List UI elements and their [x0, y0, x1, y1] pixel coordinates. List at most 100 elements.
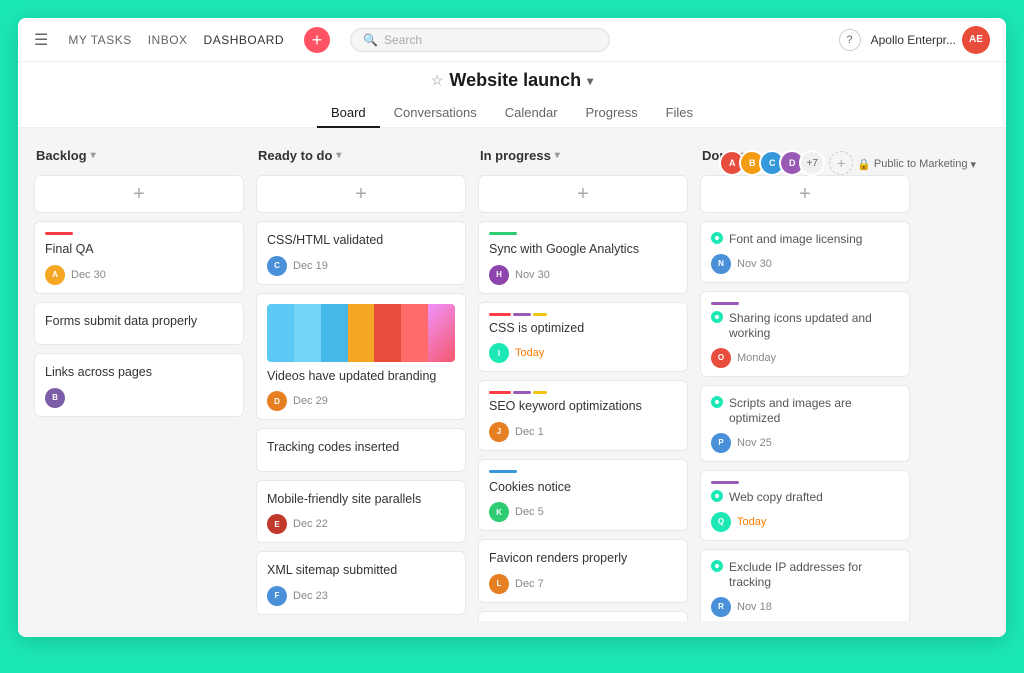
- bar-segment: [513, 313, 531, 316]
- card-favicon[interactable]: Favicon renders properly L Dec 7 ···: [478, 539, 688, 603]
- card-font-licensing[interactable]: Font and image licensing N Nov 30 ···: [700, 221, 910, 283]
- card-date: Dec 7: [515, 578, 544, 590]
- card-web-copy-reviewed[interactable]: Web copy reviewed M Dec 9 ···: [478, 611, 688, 622]
- card-seo-keyword[interactable]: SEO keyword optimizations J Dec 1 ···: [478, 380, 688, 451]
- card-tracking-codes[interactable]: Tracking codes inserted ···: [256, 428, 466, 472]
- chevron-down-icon[interactable]: ▾: [587, 74, 593, 88]
- card-title: Font and image licensing: [729, 232, 862, 248]
- menu-icon[interactable]: ☰: [34, 30, 48, 50]
- done-check-icon: [711, 232, 723, 244]
- card-avatar: F: [267, 586, 287, 606]
- card-forms-submit[interactable]: Forms submit data properly ···: [34, 302, 244, 346]
- card-date: Today: [737, 516, 766, 528]
- project-title: ☆ Website launch ▾: [431, 70, 593, 91]
- card-meta: B: [45, 388, 233, 408]
- column-title-inprogress[interactable]: In progress ▾: [480, 148, 560, 163]
- card-avatar: E: [267, 514, 287, 534]
- card-date: Dec 5: [515, 506, 544, 518]
- add-member-button[interactable]: +: [829, 151, 853, 175]
- card-sync-analytics[interactable]: Sync with Google Analytics H Nov 30 ···: [478, 221, 688, 294]
- card-meta: N Nov 30: [711, 254, 899, 274]
- done-card-row: Scripts and images are optimized: [711, 396, 899, 427]
- card-scripts-optimized[interactable]: Scripts and images are optimized P Nov 2…: [700, 385, 910, 462]
- column-header-backlog: Backlog ▾: [34, 144, 244, 167]
- card-exclude-ip[interactable]: Exclude IP addresses for tracking R Nov …: [700, 549, 910, 621]
- card-web-copy-drafted[interactable]: Web copy drafted Q Today ···: [700, 470, 910, 541]
- card-meta: C Dec 19: [267, 256, 455, 276]
- tab-progress[interactable]: Progress: [572, 99, 652, 128]
- card-date: Dec 30: [71, 269, 106, 281]
- card-meta: F Dec 23: [267, 586, 455, 606]
- card-title: Favicon renders properly: [489, 550, 677, 568]
- card-links-across[interactable]: Links across pages B ···: [34, 353, 244, 417]
- user-name: Apollo Enterpr...: [871, 33, 956, 47]
- card-date: Nov 25: [737, 437, 772, 449]
- card-videos-branding[interactable]: Videos have updated branding D Dec 29 ··…: [256, 293, 466, 421]
- card-xml-sitemap[interactable]: XML sitemap submitted F Dec 23 ···: [256, 551, 466, 615]
- search-icon: 🔍: [363, 33, 378, 47]
- search-box[interactable]: 🔍 Search: [350, 28, 610, 52]
- card-color-bar: [45, 232, 73, 235]
- lock-icon: 🔒: [857, 158, 871, 171]
- card-avatar: L: [489, 574, 509, 594]
- card-meta: A Dec 30: [45, 265, 233, 285]
- top-nav: ☰ MY TASKS INBOX DASHBOARD + 🔍 Search ? …: [18, 18, 1006, 62]
- tab-board[interactable]: Board: [317, 99, 380, 128]
- tab-calendar[interactable]: Calendar: [491, 99, 572, 128]
- card-meta: O Monday: [711, 348, 899, 368]
- card-date: Dec 19: [293, 260, 328, 272]
- star-icon[interactable]: ☆: [431, 72, 444, 89]
- card-title: XML sitemap submitted: [267, 562, 455, 580]
- column-inprogress: In progress ▾ + Sync with Google Analyti…: [478, 144, 688, 621]
- add-task-backlog[interactable]: +: [34, 175, 244, 213]
- card-date: Today: [515, 347, 544, 359]
- card-css-optimized[interactable]: CSS is optimized I Today ···: [478, 302, 688, 373]
- member-count: +7: [799, 150, 825, 176]
- done-check-icon: [711, 560, 723, 572]
- column-title-backlog[interactable]: Backlog ▾: [36, 148, 96, 163]
- tab-files[interactable]: Files: [652, 99, 707, 128]
- user-avatar: AE: [962, 26, 990, 54]
- column-header-ready: Ready to do ▾: [256, 144, 466, 167]
- card-cookies-notice[interactable]: Cookies notice K Dec 5 ···: [478, 459, 688, 532]
- add-task-inprogress[interactable]: +: [478, 175, 688, 213]
- board-area: Backlog ▾ + Final QA A Dec 30 ···: [18, 128, 1006, 637]
- column-done: Done ▾ + Font and image licensing N Nov …: [700, 144, 910, 621]
- card-final-qa[interactable]: Final QA A Dec 30 ···: [34, 221, 244, 294]
- chevron-icon: ▾: [336, 150, 341, 161]
- card-avatar: R: [711, 597, 731, 617]
- add-task-ready[interactable]: +: [256, 175, 466, 213]
- card-date: Monday: [737, 352, 776, 364]
- project-name: Website launch: [449, 70, 581, 91]
- help-button[interactable]: ?: [839, 29, 861, 51]
- add-button[interactable]: +: [304, 27, 330, 53]
- privacy-button[interactable]: 🔒 Public to Marketing ▾: [857, 158, 976, 171]
- user-info: Apollo Enterpr... AE: [871, 26, 990, 54]
- tab-conversations[interactable]: Conversations: [380, 99, 491, 128]
- done-check-icon: [711, 396, 723, 408]
- multi-color-bar: [489, 391, 677, 394]
- card-color-bar: [711, 302, 739, 305]
- card-date: Dec 1: [515, 426, 544, 438]
- add-task-done[interactable]: +: [700, 175, 910, 213]
- column-label-backlog: Backlog: [36, 148, 87, 163]
- card-title: Mobile-friendly site parallels: [267, 491, 455, 509]
- column-title-ready[interactable]: Ready to do ▾: [258, 148, 341, 163]
- card-date: Dec 23: [293, 590, 328, 602]
- card-title: Cookies notice: [489, 479, 677, 497]
- bar-segment: [489, 313, 511, 316]
- column-label-ready: Ready to do: [258, 148, 332, 163]
- nav-inbox[interactable]: INBOX: [148, 33, 188, 47]
- nav-dashboard[interactable]: DASHBOARD: [204, 33, 285, 47]
- card-meta: Q Today: [711, 512, 899, 532]
- project-header-right: A B C D +7 + 🔒 Public to Marketing ▾: [725, 150, 976, 176]
- card-css-html-validated[interactable]: CSS/HTML validated C Dec 19 ···: [256, 221, 466, 285]
- nav-my-tasks[interactable]: MY TASKS: [68, 33, 131, 47]
- card-meta: J Dec 1: [489, 422, 677, 442]
- done-card-row: Sharing icons updated and working: [711, 311, 899, 342]
- card-mobile-friendly[interactable]: Mobile-friendly site parallels E Dec 22 …: [256, 480, 466, 544]
- project-header: ☆ Website launch ▾ Board Conversations C…: [18, 62, 1006, 128]
- done-check-icon: [711, 311, 723, 323]
- card-sharing-icons[interactable]: Sharing icons updated and working O Mond…: [700, 291, 910, 377]
- chevron-icon: ▾: [91, 150, 96, 161]
